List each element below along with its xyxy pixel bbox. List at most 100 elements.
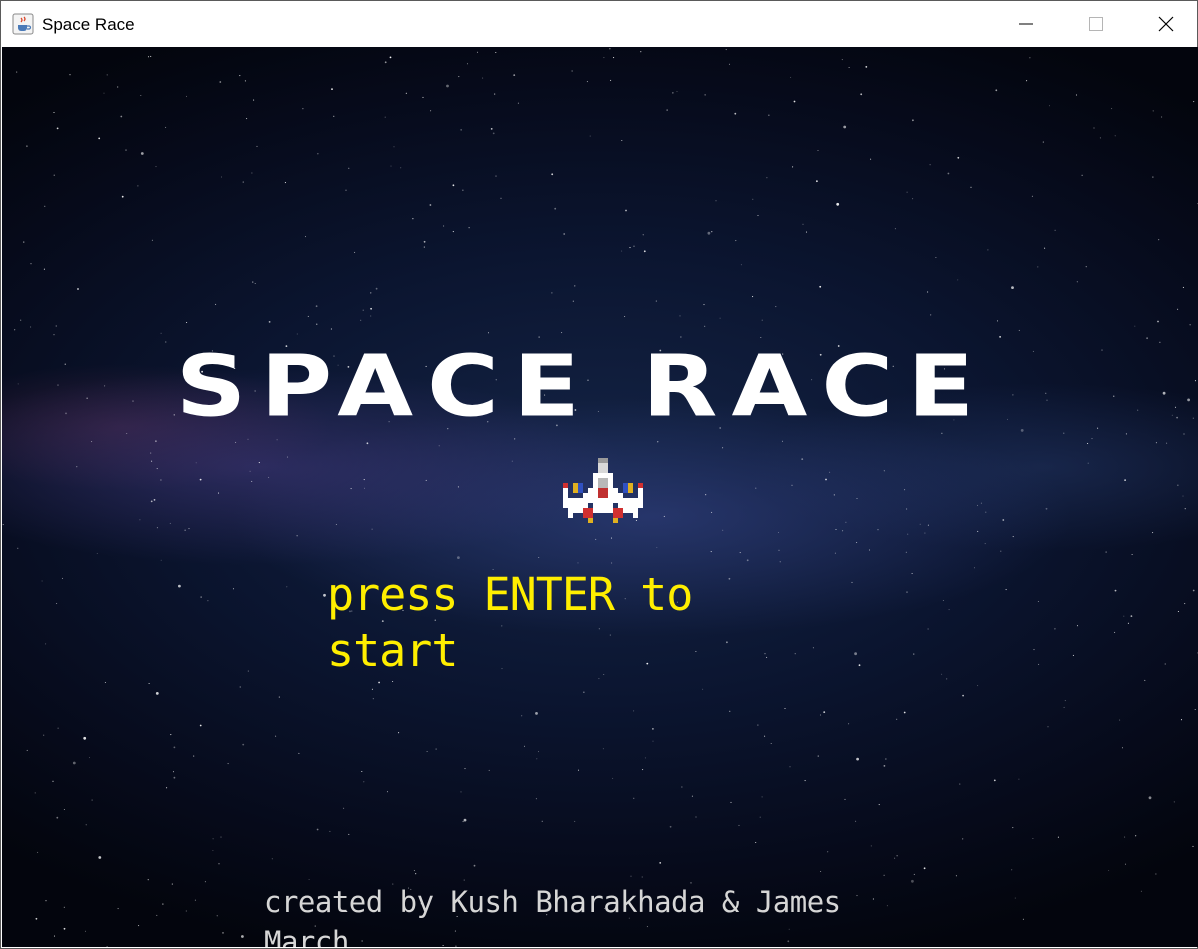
star	[820, 870, 822, 873]
star	[856, 757, 859, 761]
star	[710, 551, 712, 553]
star	[85, 824, 87, 826]
star	[430, 110, 432, 112]
close-icon	[1158, 16, 1174, 32]
star	[1176, 416, 1178, 419]
star	[308, 878, 310, 881]
star	[630, 875, 632, 877]
star	[913, 873, 915, 875]
star	[323, 593, 326, 597]
star	[53, 935, 56, 937]
star	[103, 92, 105, 94]
star	[970, 186, 972, 188]
star	[641, 876, 643, 878]
star	[372, 698, 374, 700]
star	[212, 849, 214, 852]
star	[1037, 266, 1039, 268]
star	[903, 711, 906, 714]
star	[823, 711, 826, 713]
star	[91, 441, 93, 443]
star	[155, 692, 159, 695]
star	[959, 783, 961, 785]
star	[106, 74, 108, 76]
star	[1042, 141, 1044, 143]
star	[452, 184, 455, 187]
star	[30, 326, 32, 328]
star	[173, 746, 176, 749]
minimize-button[interactable]	[991, 1, 1061, 47]
star	[302, 108, 304, 110]
star	[423, 246, 425, 248]
star	[422, 96, 424, 98]
star	[1076, 281, 1078, 283]
star	[1140, 890, 1142, 892]
star	[166, 787, 168, 789]
star	[681, 786, 683, 788]
star	[962, 694, 964, 697]
star	[125, 149, 127, 151]
star	[1184, 508, 1186, 510]
maximize-button[interactable]	[1061, 1, 1131, 47]
star	[172, 771, 175, 773]
star	[415, 873, 417, 875]
star	[865, 66, 868, 68]
star	[458, 76, 460, 78]
star	[973, 567, 976, 569]
game-canvas[interactable]: SPACE RACE press ENTER to start created …	[2, 47, 1198, 947]
star	[148, 682, 150, 685]
star	[438, 445, 440, 447]
star	[1054, 627, 1056, 630]
star	[554, 207, 557, 210]
star	[329, 830, 331, 832]
star	[912, 119, 914, 122]
star	[948, 609, 950, 611]
star	[170, 734, 172, 736]
close-button[interactable]	[1131, 1, 1198, 47]
star	[463, 818, 467, 822]
star	[1011, 286, 1014, 289]
star	[193, 755, 195, 757]
star	[218, 863, 220, 865]
star	[999, 336, 1001, 338]
star	[728, 63, 731, 65]
star	[227, 763, 229, 765]
star	[962, 838, 964, 840]
star	[602, 748, 604, 750]
star	[722, 447, 724, 449]
star	[104, 681, 106, 684]
star	[330, 328, 332, 330]
star	[1091, 438, 1093, 440]
star	[370, 307, 372, 310]
star	[72, 761, 76, 765]
star	[738, 824, 740, 826]
star	[2, 524, 4, 526]
star	[371, 528, 373, 530]
star	[284, 182, 286, 184]
star	[457, 486, 459, 488]
star	[819, 285, 822, 288]
star	[625, 209, 627, 212]
star	[695, 816, 697, 818]
star	[398, 732, 400, 734]
star	[495, 175, 497, 177]
star	[1124, 863, 1127, 865]
star	[574, 820, 576, 822]
star	[1135, 835, 1137, 837]
star	[56, 816, 59, 819]
star	[1194, 380, 1197, 382]
star	[333, 115, 335, 117]
star	[1012, 827, 1014, 829]
star	[652, 728, 654, 730]
star	[577, 562, 579, 564]
star	[156, 468, 158, 470]
star	[138, 925, 140, 927]
star	[370, 315, 372, 317]
java-cup-icon[interactable]	[12, 13, 34, 35]
star	[790, 76, 792, 78]
title-bar[interactable]: Space Race	[1, 1, 1197, 47]
star	[1158, 239, 1160, 241]
star	[184, 529, 186, 531]
star	[976, 504, 979, 506]
star	[919, 523, 921, 525]
star	[140, 94, 142, 97]
